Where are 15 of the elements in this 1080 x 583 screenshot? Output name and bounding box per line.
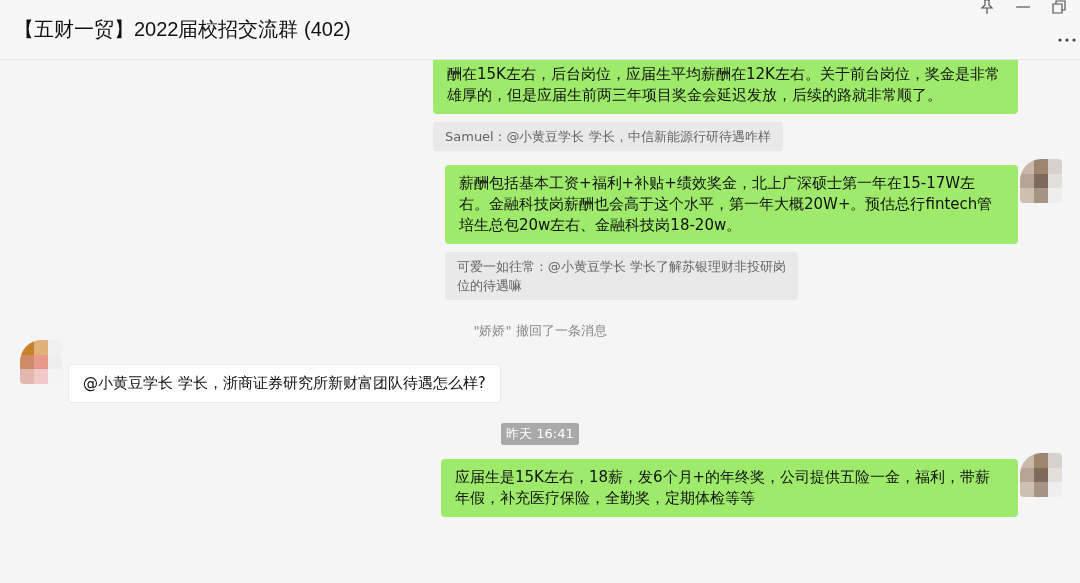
avatar[interactable] [1020, 159, 1062, 203]
message-bubble: 酬在15K左右，后台岗位，应届生平均薪酬在12K左右。关于前台岗位，奖金是非常雄厚的，但是应届生前两三年项目奖金会延迟发放，后续的路就非常顺了。 [433, 60, 1018, 114]
timestamp: 昨天 16:41 [501, 423, 579, 445]
avatar[interactable] [20, 340, 62, 384]
message-bubble: @小黄豆学长 学长，浙商证券研究所新财富团队待遇怎么样? [68, 364, 501, 403]
system-notice: "娇娇" 撤回了一条消息 [473, 322, 607, 340]
avatar[interactable] [1020, 453, 1062, 497]
quoted-message: Samuel : @小黄豆学长 学长，中信新能源行研待遇咋样 [433, 122, 783, 151]
quoted-message: 可爱一如往常 : @小黄豆学长 学长了解苏银理财非投研岗位的待遇嘛 [445, 252, 798, 300]
window-title: 【五财一贸】2022届校招交流群 (402) [14, 17, 351, 42]
pin-icon[interactable] [980, 0, 994, 15]
message-bubble: 薪酬包括基本工资+福利+补贴+绩效奖金，北上广深硕士第一年在15-17W左右。金融科技岗薪酬也会高于这个水平，第一年大概20W+。预估总行fintech管培生总包20w左右、金融科技岗18-20w。 [445, 165, 1018, 244]
maximize-icon[interactable] [1052, 0, 1066, 14]
more-icon[interactable] [1058, 38, 1076, 42]
message-bubble: 应届生是15K左右，18薪，发6个月+的年终奖，公司提供五险一金，福利，带薪年假，补充医疗保险，全勤奖，定期体检等等 [441, 459, 1018, 517]
